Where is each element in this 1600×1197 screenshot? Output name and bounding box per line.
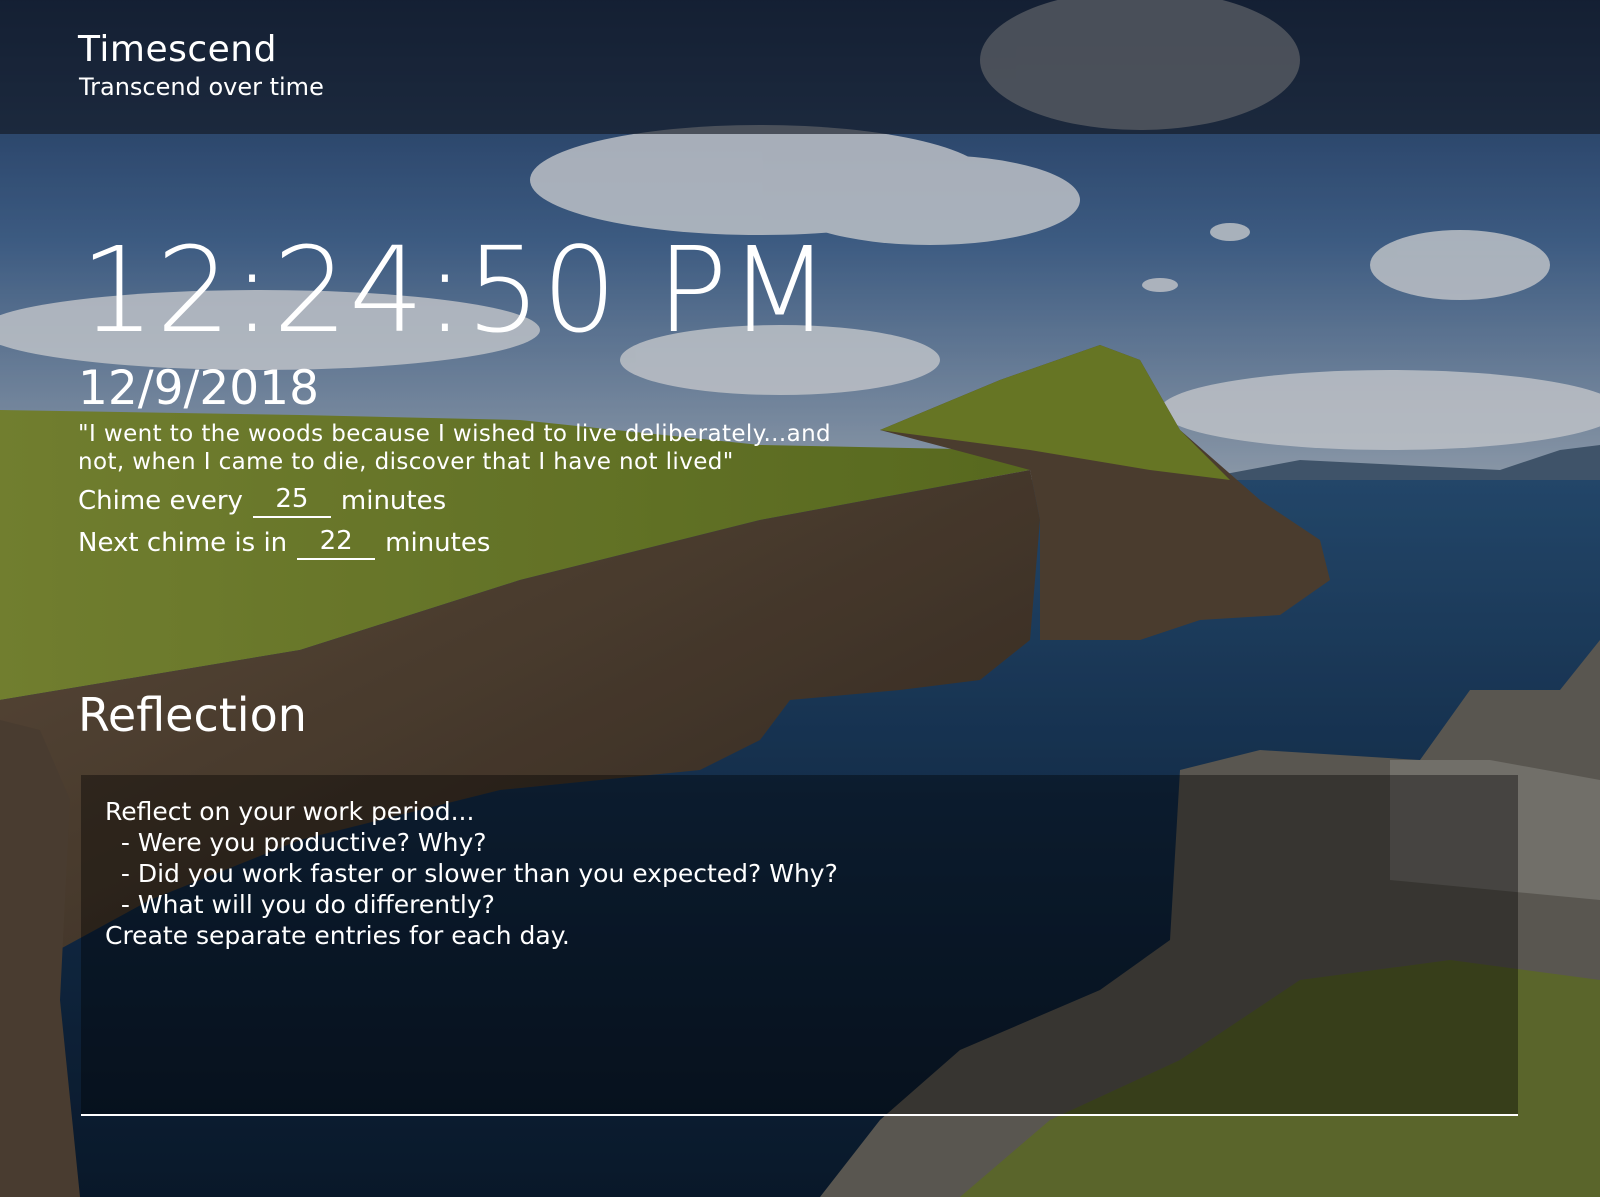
next-chime-unit: minutes xyxy=(385,528,491,558)
next-chime-label: Next chime is in xyxy=(78,528,288,558)
chime-interval-row: Chime every minutes xyxy=(78,482,446,518)
header-bar: Timescend Transcend over time xyxy=(0,0,1600,134)
clock-date: 12/9/2018 xyxy=(78,361,319,416)
next-chime-input[interactable] xyxy=(297,524,376,560)
reflection-textarea[interactable]: Reflect on your work period... - Were yo… xyxy=(81,775,1518,1116)
app-window: Timescend Transcend over time 12:24:50 P… xyxy=(0,0,1600,1197)
next-chime-row: Next chime is in minutes xyxy=(78,524,490,560)
chime-interval-unit: minutes xyxy=(340,486,447,516)
reflection-heading: Reflection xyxy=(78,688,307,742)
app-title: Timescend xyxy=(78,29,277,70)
chime-interval-label: Chime every xyxy=(78,486,243,516)
app-subtitle: Transcend over time xyxy=(79,73,324,101)
quote-text: "I went to the woods because I wished to… xyxy=(78,421,832,475)
clock-time: 12:24:50 PM xyxy=(80,221,832,359)
reflection-text: Reflect on your work period... - Were yo… xyxy=(105,797,838,950)
chime-interval-input[interactable] xyxy=(252,482,331,518)
